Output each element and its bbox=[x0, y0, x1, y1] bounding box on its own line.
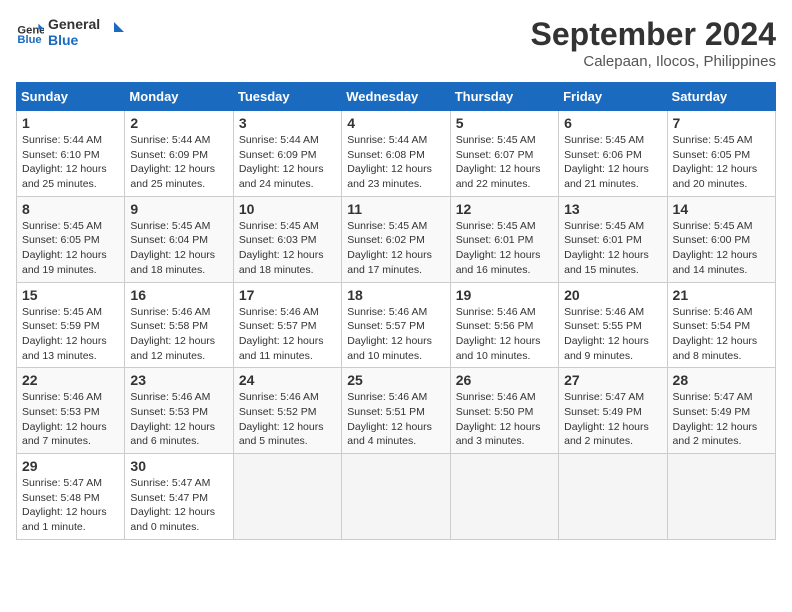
day-cell-7: 7 Sunrise: 5:45 AMSunset: 6:05 PMDayligh… bbox=[667, 111, 775, 197]
day-cell-13: 13 Sunrise: 5:45 AMSunset: 6:01 PMDaylig… bbox=[559, 196, 667, 282]
day-cell-2: 2 Sunrise: 5:44 AMSunset: 6:09 PMDayligh… bbox=[125, 111, 233, 197]
col-wednesday: Wednesday bbox=[342, 83, 450, 111]
day-cell-23: 23 Sunrise: 5:46 AMSunset: 5:53 PMDaylig… bbox=[125, 368, 233, 454]
col-thursday: Thursday bbox=[450, 83, 558, 111]
empty-cell bbox=[667, 454, 775, 540]
week-row-4: 22 Sunrise: 5:46 AMSunset: 5:53 PMDaylig… bbox=[17, 368, 776, 454]
day-cell-20: 20 Sunrise: 5:46 AMSunset: 5:55 PMDaylig… bbox=[559, 282, 667, 368]
day-cell-22: 22 Sunrise: 5:46 AMSunset: 5:53 PMDaylig… bbox=[17, 368, 125, 454]
col-saturday: Saturday bbox=[667, 83, 775, 111]
day-cell-24: 24 Sunrise: 5:46 AMSunset: 5:52 PMDaylig… bbox=[233, 368, 341, 454]
page-header: General Blue General Blue September 2024… bbox=[16, 16, 776, 70]
day-cell-30: 30 Sunrise: 5:47 AMSunset: 5:47 PMDaylig… bbox=[125, 454, 233, 540]
day-cell-4: 4 Sunrise: 5:44 AMSunset: 6:08 PMDayligh… bbox=[342, 111, 450, 197]
day-cell-18: 18 Sunrise: 5:46 AMSunset: 5:57 PMDaylig… bbox=[342, 282, 450, 368]
empty-cell bbox=[233, 454, 341, 540]
day-cell-14: 14 Sunrise: 5:45 AMSunset: 6:00 PMDaylig… bbox=[667, 196, 775, 282]
day-cell-17: 17 Sunrise: 5:46 AMSunset: 5:57 PMDaylig… bbox=[233, 282, 341, 368]
header-row: Sunday Monday Tuesday Wednesday Thursday… bbox=[17, 83, 776, 111]
day-cell-5: 5 Sunrise: 5:45 AMSunset: 6:07 PMDayligh… bbox=[450, 111, 558, 197]
day-cell-28: 28 Sunrise: 5:47 AMSunset: 5:49 PMDaylig… bbox=[667, 368, 775, 454]
col-monday: Monday bbox=[125, 83, 233, 111]
day-cell-3: 3 Sunrise: 5:44 AMSunset: 6:09 PMDayligh… bbox=[233, 111, 341, 197]
week-row-3: 15 Sunrise: 5:45 AMSunset: 5:59 PMDaylig… bbox=[17, 282, 776, 368]
day-cell-9: 9 Sunrise: 5:45 AMSunset: 6:04 PMDayligh… bbox=[125, 196, 233, 282]
logo-general: General bbox=[48, 16, 100, 32]
col-sunday: Sunday bbox=[17, 83, 125, 111]
col-tuesday: Tuesday bbox=[233, 83, 341, 111]
week-row-5: 29 Sunrise: 5:47 AMSunset: 5:48 PMDaylig… bbox=[17, 454, 776, 540]
logo: General Blue General Blue bbox=[16, 16, 124, 48]
day-cell-6: 6 Sunrise: 5:45 AMSunset: 6:06 PMDayligh… bbox=[559, 111, 667, 197]
day-cell-29: 29 Sunrise: 5:47 AMSunset: 5:48 PMDaylig… bbox=[17, 454, 125, 540]
week-row-2: 8 Sunrise: 5:45 AMSunset: 6:05 PMDayligh… bbox=[17, 196, 776, 282]
day-cell-27: 27 Sunrise: 5:47 AMSunset: 5:49 PMDaylig… bbox=[559, 368, 667, 454]
col-friday: Friday bbox=[559, 83, 667, 111]
day-cell-8: 8 Sunrise: 5:45 AMSunset: 6:05 PMDayligh… bbox=[17, 196, 125, 282]
title-block: September 2024 Calepaan, Ilocos, Philipp… bbox=[531, 16, 776, 70]
day-cell-16: 16 Sunrise: 5:46 AMSunset: 5:58 PMDaylig… bbox=[125, 282, 233, 368]
day-cell-21: 21 Sunrise: 5:46 AMSunset: 5:54 PMDaylig… bbox=[667, 282, 775, 368]
calendar-table: Sunday Monday Tuesday Wednesday Thursday… bbox=[16, 82, 776, 540]
empty-cell bbox=[450, 454, 558, 540]
day-cell-10: 10 Sunrise: 5:45 AMSunset: 6:03 PMDaylig… bbox=[233, 196, 341, 282]
day-cell-11: 11 Sunrise: 5:45 AMSunset: 6:02 PMDaylig… bbox=[342, 196, 450, 282]
logo-arrow-icon bbox=[104, 22, 124, 42]
empty-cell bbox=[342, 454, 450, 540]
day-cell-26: 26 Sunrise: 5:46 AMSunset: 5:50 PMDaylig… bbox=[450, 368, 558, 454]
logo-icon: General Blue bbox=[16, 18, 44, 46]
logo-blue: Blue bbox=[48, 32, 100, 48]
week-row-1: 1 Sunrise: 5:44 AMSunset: 6:10 PMDayligh… bbox=[17, 111, 776, 197]
month-title: September 2024 bbox=[531, 16, 776, 53]
day-cell-19: 19 Sunrise: 5:46 AMSunset: 5:56 PMDaylig… bbox=[450, 282, 558, 368]
day-cell-25: 25 Sunrise: 5:46 AMSunset: 5:51 PMDaylig… bbox=[342, 368, 450, 454]
svg-text:Blue: Blue bbox=[17, 34, 41, 46]
day-cell-15: 15 Sunrise: 5:45 AMSunset: 5:59 PMDaylig… bbox=[17, 282, 125, 368]
location: Calepaan, Ilocos, Philippines bbox=[531, 53, 776, 70]
day-cell-1: 1 Sunrise: 5:44 AMSunset: 6:10 PMDayligh… bbox=[17, 111, 125, 197]
empty-cell bbox=[559, 454, 667, 540]
day-cell-12: 12 Sunrise: 5:45 AMSunset: 6:01 PMDaylig… bbox=[450, 196, 558, 282]
